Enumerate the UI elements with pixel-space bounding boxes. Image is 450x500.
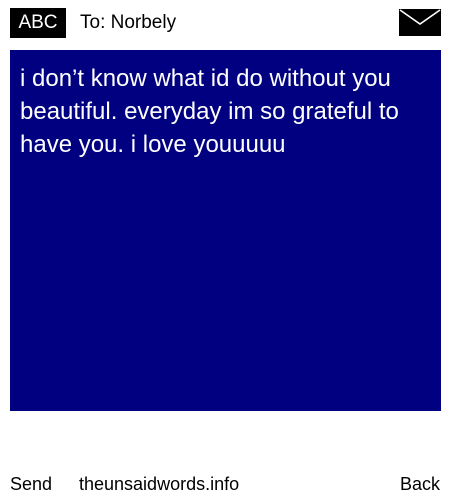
softkey-bar: Send theunsaidwords.info Back bbox=[0, 470, 450, 498]
envelope-icon bbox=[399, 9, 441, 36]
site-watermark: theunsaidwords.info bbox=[79, 474, 240, 494]
top-bar: ABC To: Norbely bbox=[0, 0, 450, 46]
message-text: i don’t know what id do without you beau… bbox=[20, 65, 399, 158]
recipient-field: To: Norbely bbox=[80, 12, 177, 33]
send-button[interactable]: Send bbox=[10, 470, 52, 498]
back-button[interactable]: Back bbox=[400, 470, 440, 498]
input-mode-indicator: ABC bbox=[10, 8, 66, 38]
message-body[interactable]: i don’t know what id do without you beau… bbox=[10, 50, 441, 411]
